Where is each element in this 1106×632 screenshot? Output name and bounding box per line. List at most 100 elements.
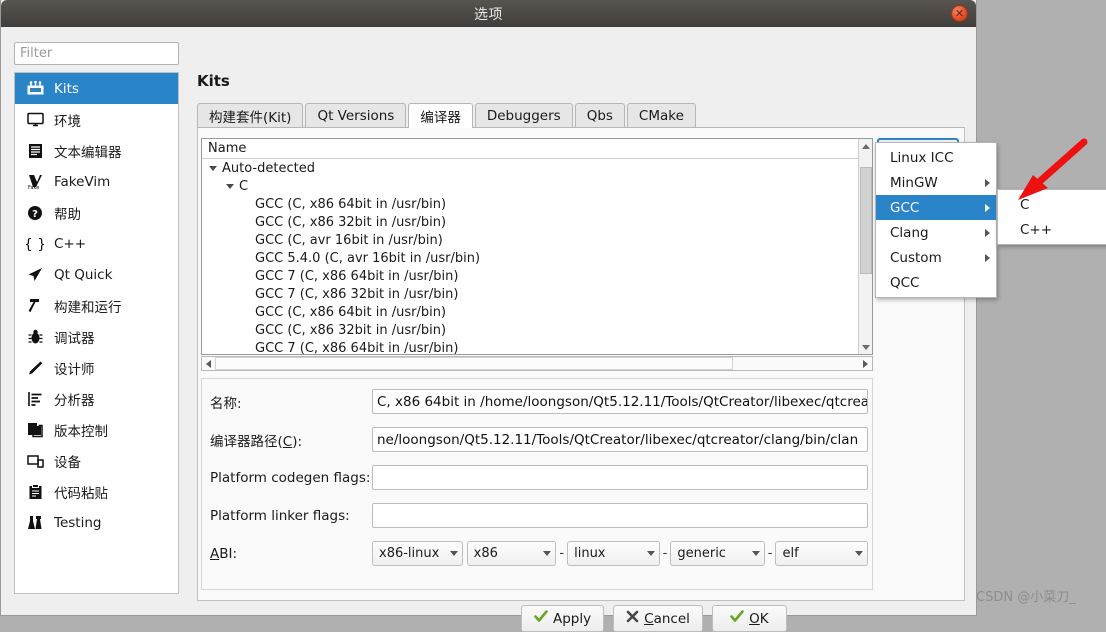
ok-button[interactable]: OK — [711, 605, 787, 632]
table-row[interactable]: GCC (C, avr 16bit in /usr/bin) — [202, 231, 872, 249]
tree-row-label: GCC (C, x86 32bit in /usr/bin) — [255, 214, 447, 230]
abi-flavor-value: generic — [677, 546, 726, 561]
tab-cmake[interactable]: CMake — [626, 103, 696, 127]
abi-full-select[interactable]: x86-linux — [372, 541, 463, 566]
chevron-down-icon — [543, 551, 552, 556]
sidebar-item-testing[interactable]: Testing — [15, 507, 178, 538]
table-row[interactable]: GCC 7 (C, x86 32bit in /usr/bin) — [202, 285, 872, 303]
label-part: BI: — [219, 545, 238, 562]
close-icon[interactable]: ✕ — [951, 5, 968, 22]
abi-os-select[interactable]: linux — [567, 541, 660, 566]
filter-input[interactable] — [14, 42, 179, 65]
tab-label: CMake — [638, 107, 684, 124]
menu-item-label: QCC — [890, 274, 920, 291]
compiler-path-value: ne/loongson/Qt5.12.11/Tools/QtCreator/li… — [377, 431, 859, 448]
sidebar-item-label: 环境 — [54, 113, 81, 130]
sidebar-item-help[interactable]: ? 帮助 — [15, 197, 178, 228]
tree-vertical-scrollbar[interactable] — [858, 139, 872, 354]
tree-horizontal-scrollbar[interactable] — [201, 356, 873, 371]
tree-row-label: Auto-detected — [222, 160, 315, 176]
menu-item-qcc[interactable]: QCC — [876, 270, 996, 295]
table-row[interactable]: GCC (C, x86 32bit in /usr/bin) — [202, 321, 872, 339]
column-header-name: Name — [208, 141, 247, 156]
submenu-item-c[interactable]: C — [998, 192, 1106, 217]
linker-flags-field[interactable] — [372, 503, 868, 528]
table-row[interactable]: GCC (C, x86 64bit in /usr/bin) — [202, 303, 872, 321]
name-field[interactable]: C, x86 64bit in /home/loongson/Qt5.12.11… — [372, 389, 868, 414]
menu-item-gcc[interactable]: GCC — [876, 195, 996, 220]
apply-button-label: Apply — [553, 610, 592, 627]
scrollbar-thumb[interactable] — [860, 167, 872, 274]
table-row[interactable]: Auto-detected — [202, 159, 872, 177]
scroll-up-icon[interactable] — [859, 139, 872, 153]
sidebar-item-designer[interactable]: 设计师 — [15, 352, 178, 383]
sidebar-item-analyzer[interactable]: 分析器 — [15, 383, 178, 414]
sidebar-item-code-pasting[interactable]: 代码粘贴 — [15, 476, 178, 507]
scrollbar-track[interactable] — [215, 357, 859, 370]
linker-flags-label: Platform linker flags: — [210, 507, 350, 524]
abi-flavor-select[interactable]: generic — [670, 541, 765, 566]
tab-qbs[interactable]: Qbs — [574, 103, 625, 127]
abi-arch-select[interactable]: x86 — [466, 541, 557, 566]
codegen-flags-field[interactable] — [372, 465, 868, 490]
sidebar-item-kits[interactable]: Kits — [15, 73, 178, 104]
tree-row-label: GCC (C, x86 64bit in /usr/bin) — [255, 304, 447, 320]
svg-text:{ }: { } — [26, 237, 44, 252]
tree-row-label: GCC 5.4.0 (C, avr 16bit in /usr/bin) — [255, 250, 481, 266]
chevron-down-icon[interactable] — [209, 164, 218, 173]
sidebar-item-label: 版本控制 — [54, 423, 108, 440]
sidebar-item-text-editor[interactable]: 文本编辑器 — [15, 135, 178, 166]
sidebar-item-qt-quick[interactable]: Qt Quick — [15, 259, 178, 290]
tab-compilers[interactable]: 编译器 — [408, 103, 473, 128]
sidebar-item-cpp[interactable]: { } C++ — [15, 228, 178, 259]
tree-row-label: GCC (C, x86 64bit in /usr/bin) — [255, 196, 447, 212]
table-row[interactable]: GCC 7 (C, x86 64bit in /usr/bin) — [202, 267, 872, 285]
sidebar-item-label: Qt Quick — [54, 266, 113, 283]
dialog-button-bar: Apply Cancel OK — [521, 605, 787, 632]
sidebar-item-environment[interactable]: 环境 — [15, 104, 178, 135]
sidebar-item-build-and-run[interactable]: 构建和运行 — [15, 290, 178, 321]
chevron-down-icon[interactable] — [226, 182, 235, 191]
menu-item-custom[interactable]: Custom — [876, 245, 996, 270]
menu-item-linux-icc[interactable]: Linux ICC — [876, 145, 996, 170]
tab-qt-versions[interactable]: Qt Versions — [305, 103, 407, 127]
sidebar-item-label: 帮助 — [54, 206, 81, 223]
sidebar-item-version-control[interactable]: 版本控制 — [15, 414, 178, 445]
table-row[interactable]: GCC (C, x86 32bit in /usr/bin) — [202, 213, 872, 231]
abi-arch-value: x86 — [473, 546, 498, 561]
tab-label: Qbs — [586, 107, 613, 124]
sidebar-item-debugger[interactable]: 调试器 — [15, 321, 178, 352]
scroll-right-icon[interactable] — [859, 357, 872, 370]
sidebar-item-devices[interactable]: 设备 — [15, 445, 178, 476]
chevron-down-icon — [449, 551, 458, 556]
tree-row-label: C — [239, 178, 249, 194]
tree-row-label: GCC 7 (C, x86 64bit in /usr/bin) — [255, 268, 459, 284]
table-row[interactable]: C — [202, 177, 872, 195]
sidebar-item-label: 调试器 — [54, 330, 95, 347]
abi-format-select[interactable]: elf — [775, 541, 869, 566]
scrollbar-thumb[interactable] — [215, 357, 733, 370]
tree-column-header[interactable]: Name — [202, 139, 872, 159]
tab-label: Qt Versions — [317, 107, 395, 124]
tab-debuggers[interactable]: Debuggers — [474, 103, 573, 127]
fakevim-icon: Fake — [24, 172, 46, 192]
submenu-item-cpp[interactable]: C++ — [998, 217, 1106, 242]
scroll-down-icon[interactable] — [859, 340, 872, 354]
table-row[interactable]: GCC (C, x86 64bit in /usr/bin) — [202, 195, 872, 213]
tab-label: Debuggers — [486, 107, 561, 124]
sidebar: Kits 环境 文本编辑器 Fake FakeVim ? 帮助 C++ Qt Q… — [14, 72, 179, 594]
table-row[interactable]: GCC 7 (C, x86 64bit in /usr/bin) — [202, 339, 872, 355]
menu-item-label: MinGW — [890, 174, 938, 191]
chevron-down-icon — [646, 551, 655, 556]
sidebar-item-fakevim[interactable]: Fake FakeVim — [15, 166, 178, 197]
table-row[interactable]: GCC 5.4.0 (C, avr 16bit in /usr/bin) — [202, 249, 872, 267]
chevron-right-icon — [985, 253, 990, 262]
menu-item-clang[interactable]: Clang — [876, 220, 996, 245]
compilers-panel: Name Auto-detected C GCC (C, x86 64bit i… — [197, 128, 965, 601]
cancel-button[interactable]: Cancel — [613, 605, 703, 632]
tab-kits[interactable]: 构建套件(Kit) — [197, 103, 304, 127]
menu-item-mingw[interactable]: MinGW — [876, 170, 996, 195]
apply-button[interactable]: Apply — [521, 605, 605, 632]
scroll-left-icon[interactable] — [202, 357, 215, 370]
compiler-path-field[interactable]: ne/loongson/Qt5.12.11/Tools/QtCreator/li… — [372, 427, 868, 452]
